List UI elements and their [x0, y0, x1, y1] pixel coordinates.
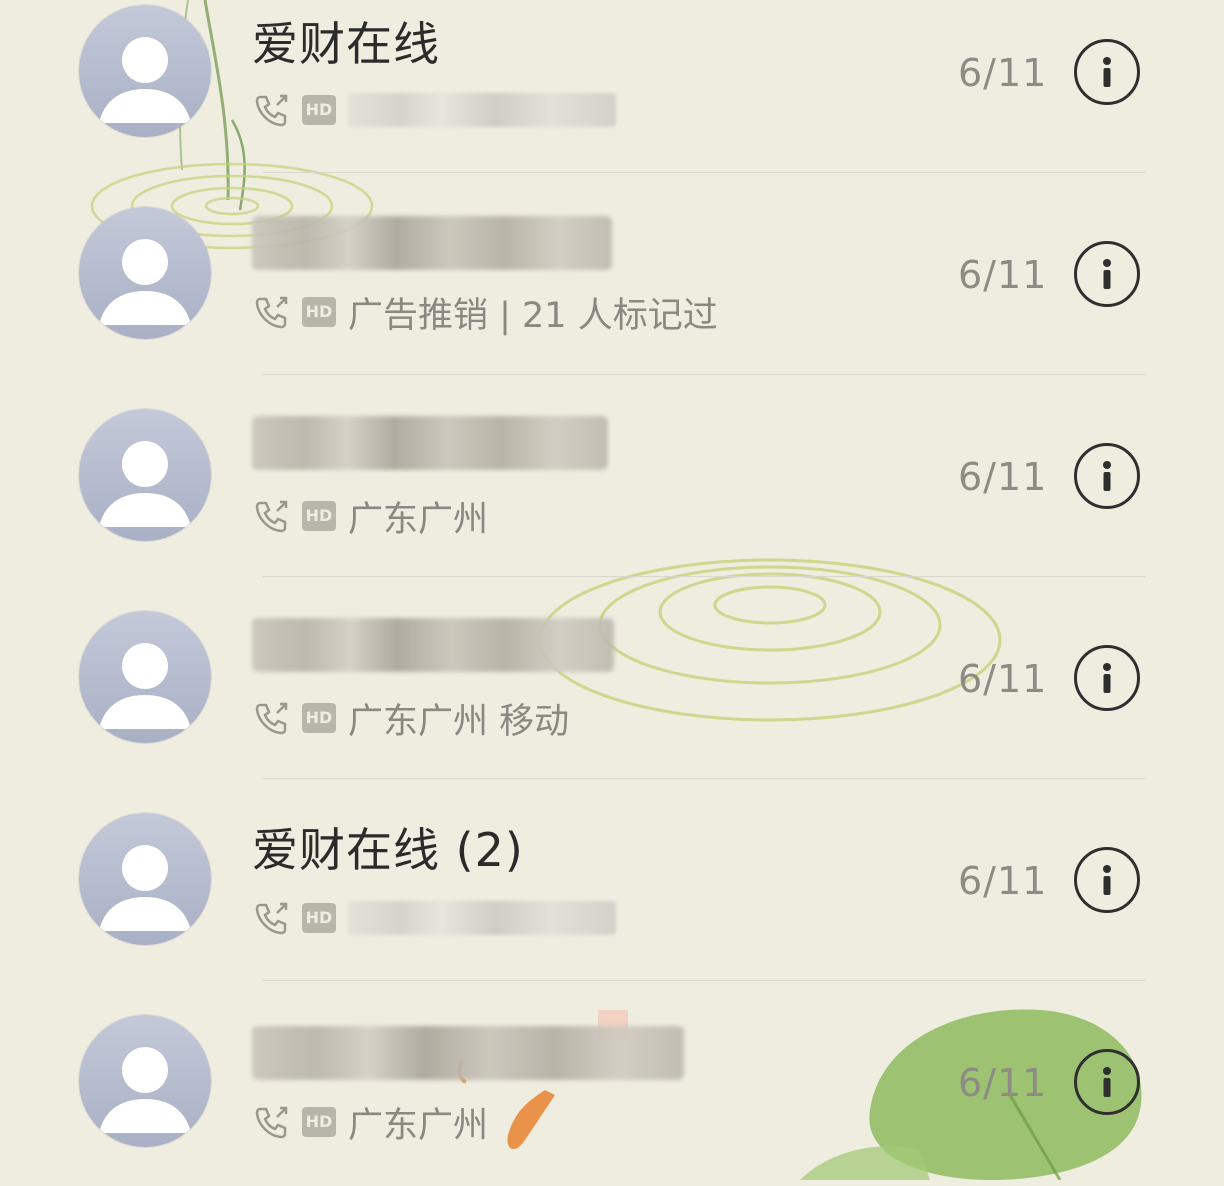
row-divider: [263, 172, 1145, 173]
call-detail-text: 广告推销 | 21 人标记过: [348, 295, 718, 336]
call-detail: HD 广东广州 移动: [252, 696, 569, 742]
info-icon: [1103, 663, 1111, 693]
call-detail: HD 广东广州: [252, 1100, 488, 1146]
redacted-number: [348, 93, 616, 127]
call-detail-text: 广东广州: [348, 499, 489, 540]
call-log-row[interactable]: HD 广东广州 移动 6/11: [0, 580, 1224, 782]
redacted-caller-name: [252, 1026, 684, 1080]
redacted-caller-name: [252, 216, 612, 270]
outgoing-call-icon: [255, 1106, 288, 1139]
contact-avatar: [79, 1015, 211, 1147]
outgoing-call-icon: [255, 296, 288, 329]
row-divider: [263, 778, 1145, 779]
hd-badge: HD: [302, 501, 336, 531]
hd-badge: HD: [302, 703, 336, 733]
info-icon: [1103, 57, 1111, 87]
outgoing-call-icon: [255, 702, 288, 735]
info-button[interactable]: [1074, 39, 1140, 105]
call-detail: HD: [252, 88, 616, 132]
info-icon: [1103, 1067, 1111, 1097]
row-divider: [263, 374, 1145, 375]
info-icon: [1103, 461, 1111, 491]
call-date: 6/11: [958, 455, 1048, 499]
call-detail-text: 广东广州 移动: [348, 701, 570, 742]
contact-avatar: [79, 813, 211, 945]
call-log-row[interactable]: 爱财在线 (2) HD 6/11: [0, 782, 1224, 984]
row-divider: [263, 576, 1145, 577]
person-icon: [99, 643, 191, 729]
call-detail: HD: [252, 896, 616, 940]
info-icon: [1103, 865, 1111, 895]
hd-badge: HD: [302, 903, 336, 933]
call-log-row[interactable]: 爱财在线 HD 6/11: [0, 0, 1224, 176]
call-log-row[interactable]: HD 广告推销 | 21 人标记过 6/11: [0, 176, 1224, 378]
contact-avatar: [79, 5, 211, 137]
contact-avatar: [79, 611, 211, 743]
info-button[interactable]: [1074, 1049, 1140, 1115]
person-icon: [99, 845, 191, 931]
redacted-caller-name: [252, 416, 608, 470]
contact-avatar: [79, 409, 211, 541]
call-log-row[interactable]: HD 广东广州 6/11: [0, 378, 1224, 580]
caller-name: 爱财在线 (2): [252, 823, 524, 877]
info-button[interactable]: [1074, 847, 1140, 913]
contact-avatar: [79, 207, 211, 339]
redacted-number: [348, 901, 616, 935]
info-icon: [1103, 259, 1111, 289]
call-date: 6/11: [958, 51, 1048, 95]
call-date: 6/11: [958, 1061, 1048, 1105]
caller-name: 爱财在线: [252, 17, 440, 71]
hd-badge: HD: [302, 297, 336, 327]
outgoing-call-icon: [255, 94, 288, 127]
info-button[interactable]: [1074, 443, 1140, 509]
info-button[interactable]: [1074, 241, 1140, 307]
info-button[interactable]: [1074, 645, 1140, 711]
call-date: 6/11: [958, 657, 1048, 701]
person-icon: [99, 239, 191, 325]
person-icon: [99, 1047, 191, 1133]
person-icon: [99, 441, 191, 527]
hd-badge: HD: [302, 1107, 336, 1137]
call-detail-text: 广东广州: [348, 1105, 489, 1146]
call-date: 6/11: [958, 859, 1048, 903]
call-log-row[interactable]: HD 广东广州 6/11: [0, 984, 1224, 1186]
call-date: 6/11: [958, 253, 1048, 297]
call-detail: HD 广东广州: [252, 494, 488, 540]
row-divider: [263, 980, 1145, 981]
hd-badge: HD: [302, 95, 336, 125]
outgoing-call-icon: [255, 500, 288, 533]
outgoing-call-icon: [255, 902, 288, 935]
redacted-caller-name: [252, 618, 614, 672]
call-detail: HD 广告推销 | 21 人标记过: [252, 290, 718, 336]
person-icon: [99, 37, 191, 123]
